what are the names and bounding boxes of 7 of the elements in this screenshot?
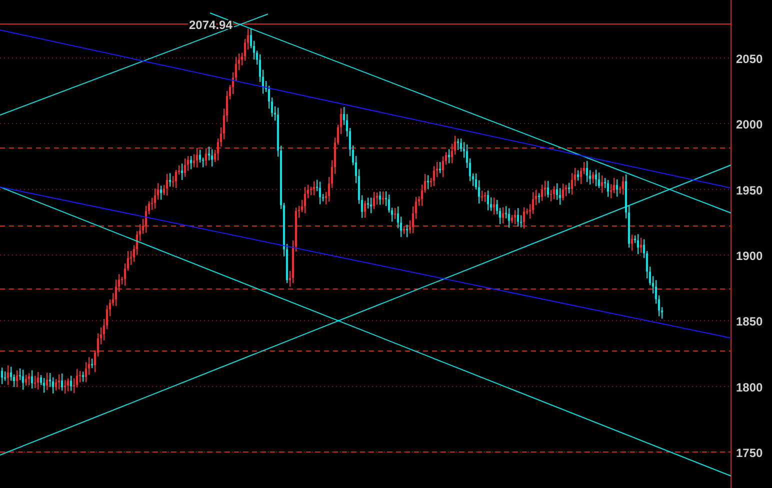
- axis-label: 2000: [736, 118, 763, 132]
- axis-label: 1800: [736, 380, 763, 394]
- axis-label: 1750: [736, 446, 763, 460]
- axis-label: 1900: [736, 249, 763, 263]
- axis-label: 1850: [736, 314, 763, 329]
- axis-label: 1950: [736, 183, 763, 198]
- axis-label: 2050: [736, 52, 763, 66]
